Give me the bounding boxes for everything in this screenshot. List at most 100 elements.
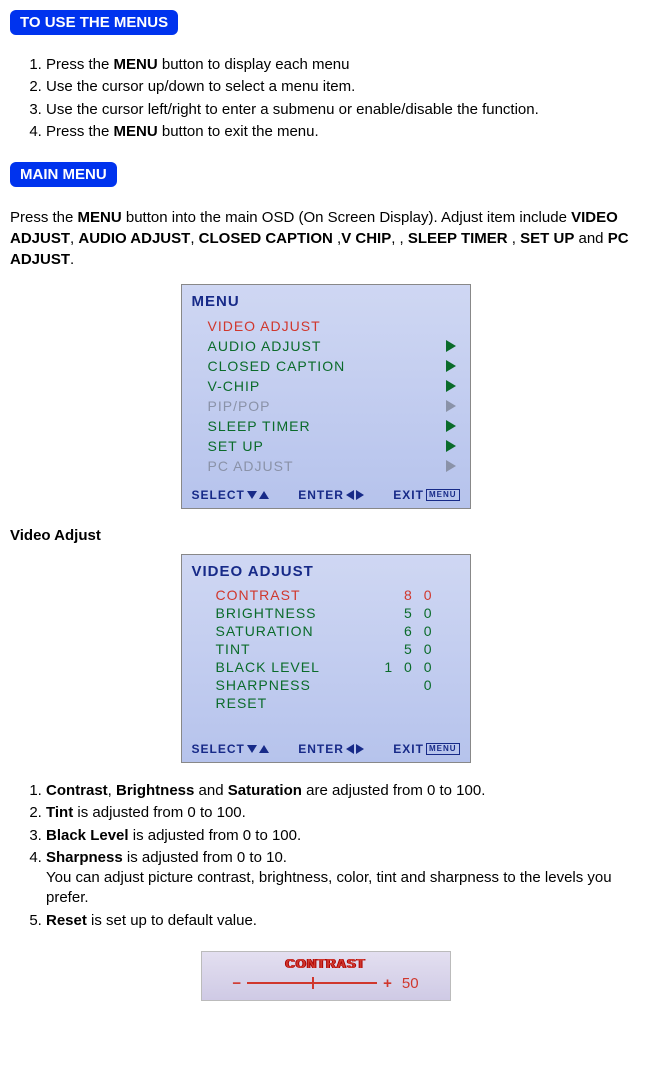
osd-item-sleep-timer: SLEEP TIMER: [192, 416, 460, 436]
label: SLEEP TIMER: [208, 418, 311, 434]
value: 6 0: [386, 623, 436, 639]
label: EXIT: [393, 742, 424, 756]
menu-bold: MENU: [114, 56, 158, 73]
label: SHARPNESS: [216, 677, 311, 693]
text: ,: [333, 230, 341, 247]
menu-box-icon: MENU: [426, 489, 460, 501]
text: Press the: [10, 209, 78, 226]
menu-bold: MENU: [114, 123, 158, 140]
va-tint: TINT 5 0: [192, 640, 460, 658]
osd-video-adjust: VIDEO ADJUST CONTRAST8 0 BRIGHTNESS5 0 S…: [181, 554, 471, 763]
label: BRIGHTNESS: [216, 605, 317, 621]
minus-icon: −: [232, 975, 241, 992]
label: ENTER: [298, 488, 344, 502]
down-icon: [247, 491, 257, 499]
label: CONTRAST: [216, 587, 301, 603]
label: PC ADJUST: [208, 458, 294, 474]
use-menus-steps: Press the MENU button to display each me…: [10, 55, 641, 142]
up-icon: [259, 745, 269, 753]
arrow-right-icon: [446, 360, 456, 372]
contrast-slider-popup: CONTRAST − + 50: [201, 951, 451, 1001]
text: is set up to default value.: [87, 912, 257, 929]
bold: Brightness: [116, 782, 194, 799]
bold: V CHIP: [341, 230, 391, 247]
value: 5 0: [386, 605, 436, 621]
bold: Tint: [46, 804, 73, 821]
left-icon: [346, 744, 354, 754]
label: TINT: [216, 641, 251, 657]
step-3: Use the cursor left/right to enter a sub…: [46, 100, 641, 120]
right-icon: [356, 490, 364, 500]
left-icon: [346, 490, 354, 500]
arrow-right-icon: [446, 340, 456, 352]
osd-main-menu: MENU VIDEO ADJUST AUDIO ADJUST CLOSED CA…: [181, 284, 471, 509]
text: Press the: [46, 123, 114, 140]
step-1: Press the MENU button to display each me…: [46, 55, 641, 75]
text: button to display each menu: [158, 56, 350, 73]
va-reset: RESET: [192, 694, 460, 712]
main-menu-paragraph: Press the MENU button into the main OSD …: [10, 207, 641, 270]
label: BLACK LEVEL: [216, 659, 320, 675]
text: , ,: [391, 230, 408, 247]
video-adjust-heading: Video Adjust: [10, 527, 641, 544]
va-step-3: Black Level is adjusted from 0 to 100.: [46, 826, 641, 846]
va-contrast: CONTRAST 8 0: [192, 586, 460, 604]
label: EXIT: [393, 488, 424, 502]
footer-select: SELECT: [192, 742, 269, 756]
osd-item-video-adjust: VIDEO ADJUST: [192, 316, 460, 336]
osd-footer: SELECT ENTER EXITMENU: [192, 486, 460, 504]
bold: SET UP: [520, 230, 574, 247]
value: 5 0: [386, 641, 436, 657]
step-2: Use the cursor up/down to select a menu …: [46, 77, 641, 97]
track: [247, 982, 377, 984]
bold: AUDIO ADJUST: [78, 230, 190, 247]
text: and: [194, 782, 227, 799]
label: VIDEO ADJUST: [208, 318, 321, 334]
va-sharpness: SHARPNESS0: [192, 676, 460, 694]
value: [386, 695, 436, 711]
value: 8 0: [386, 587, 436, 603]
osd-footer: SELECT ENTER EXITMENU: [192, 740, 460, 758]
arrow-right-icon: [446, 380, 456, 392]
label: PIP/POP: [208, 398, 271, 414]
bold: CLOSED CAPTION: [199, 230, 333, 247]
plus-icon: +: [383, 975, 392, 992]
text: is adjusted from 0 to 100.: [73, 804, 246, 821]
label: CLOSED CAPTION: [208, 358, 346, 374]
menu-box-icon: MENU: [426, 743, 460, 755]
up-icon: [259, 491, 269, 499]
text: .: [70, 251, 74, 268]
arrow-right-icon: [446, 420, 456, 432]
tick-icon: [312, 977, 314, 989]
text: Press the: [46, 56, 114, 73]
osd-item-pippop: PIP/POP: [192, 396, 460, 416]
arrow-right-icon: [446, 400, 456, 412]
va-saturation: SATURATION6 0: [192, 622, 460, 640]
arrow-right-icon: [446, 460, 456, 472]
osd-item-closed-caption: CLOSED CAPTION: [192, 356, 460, 376]
text: and: [574, 230, 607, 247]
text: ,: [108, 782, 116, 799]
bold: MENU: [78, 209, 122, 226]
osd-title: MENU: [192, 293, 460, 310]
va-step-5: Reset is set up to default value.: [46, 911, 641, 931]
text: button into the main OSD (On Screen Disp…: [122, 209, 571, 226]
bold: Reset: [46, 912, 87, 929]
text: button to exit the menu.: [158, 123, 319, 140]
label: SELECT: [192, 488, 245, 502]
va-step-1: Contrast, Brightness and Saturation are …: [46, 781, 641, 801]
label: SET UP: [208, 438, 264, 454]
section-header-use-menus: TO USE THE MENUS: [10, 10, 178, 35]
label: RESET: [216, 695, 268, 711]
bold: Sharpness: [46, 849, 123, 866]
footer-select: SELECT: [192, 488, 269, 502]
text: ,: [508, 230, 521, 247]
label: V-CHIP: [208, 378, 261, 394]
osd-item-audio-adjust: AUDIO ADJUST: [192, 336, 460, 356]
text: is adjusted from 0 to 100.: [129, 827, 302, 844]
va-step-2: Tint is adjusted from 0 to 100.: [46, 803, 641, 823]
label: AUDIO ADJUST: [208, 338, 322, 354]
osd-item-pc-adjust: PC ADJUST: [192, 456, 460, 476]
arrow-right-icon: [446, 440, 456, 452]
value: 1 0 0: [384, 659, 435, 675]
